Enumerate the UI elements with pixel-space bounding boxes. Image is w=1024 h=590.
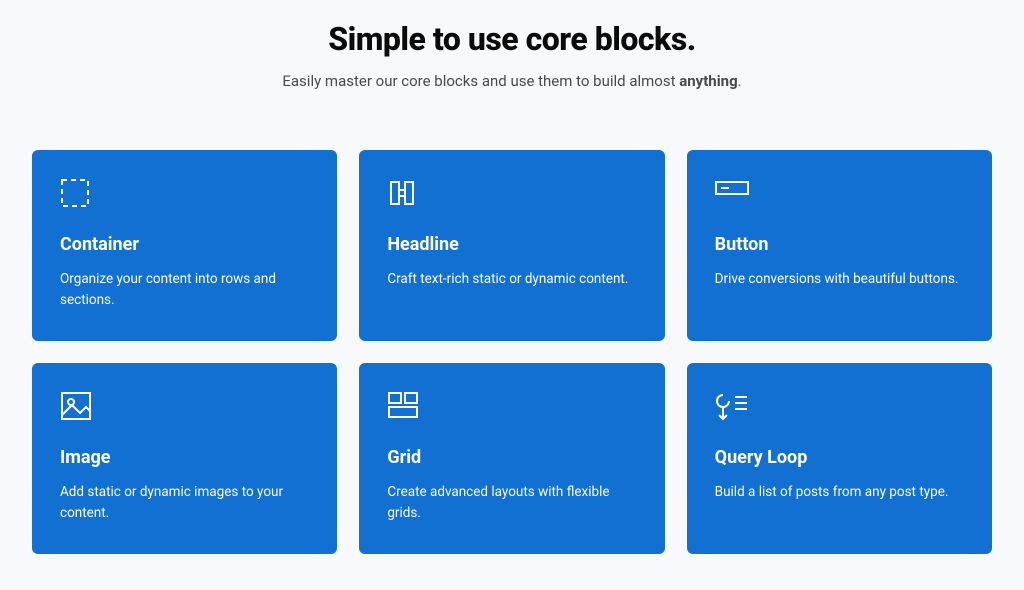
subtitle-bold: anything bbox=[679, 72, 737, 90]
page-title: Simple to use core blocks. bbox=[32, 20, 992, 58]
container-icon bbox=[60, 178, 309, 212]
card-desc: Build a list of posts from any post type… bbox=[715, 482, 964, 503]
card-desc: Craft text-rich static or dynamic conten… bbox=[387, 269, 636, 290]
card-button[interactable]: Button Drive conversions with beautiful … bbox=[687, 150, 992, 341]
card-query-loop[interactable]: Query Loop Build a list of posts from an… bbox=[687, 363, 992, 554]
card-title: Query Loop bbox=[715, 447, 964, 468]
header: Simple to use core blocks. Easily master… bbox=[32, 20, 992, 90]
card-desc: Add static or dynamic images to your con… bbox=[60, 482, 309, 524]
subtitle-pre: Easily master our core blocks and use th… bbox=[282, 72, 679, 90]
subtitle-post: . bbox=[738, 72, 742, 90]
page: Simple to use core blocks. Easily master… bbox=[0, 0, 1024, 554]
card-grid: Container Organize your content into row… bbox=[32, 150, 992, 554]
grid-icon bbox=[387, 391, 636, 425]
card-title: Grid bbox=[387, 447, 636, 468]
query-loop-icon bbox=[715, 391, 964, 425]
card-image[interactable]: Image Add static or dynamic images to yo… bbox=[32, 363, 337, 554]
page-subtitle: Easily master our core blocks and use th… bbox=[32, 72, 992, 90]
card-title: Container bbox=[60, 234, 309, 255]
card-title: Image bbox=[60, 447, 309, 468]
image-icon bbox=[60, 391, 309, 425]
card-desc: Organize your content into rows and sect… bbox=[60, 269, 309, 311]
card-desc: Create advanced layouts with flexible gr… bbox=[387, 482, 636, 524]
card-title: Button bbox=[715, 234, 964, 255]
card-desc: Drive conversions with beautiful buttons… bbox=[715, 269, 964, 290]
card-title: Headline bbox=[387, 234, 636, 255]
card-container[interactable]: Container Organize your content into row… bbox=[32, 150, 337, 341]
card-grid-block[interactable]: Grid Create advanced layouts with flexib… bbox=[359, 363, 664, 554]
button-icon bbox=[715, 178, 964, 212]
headline-icon bbox=[387, 178, 636, 212]
card-headline[interactable]: Headline Craft text-rich static or dynam… bbox=[359, 150, 664, 341]
